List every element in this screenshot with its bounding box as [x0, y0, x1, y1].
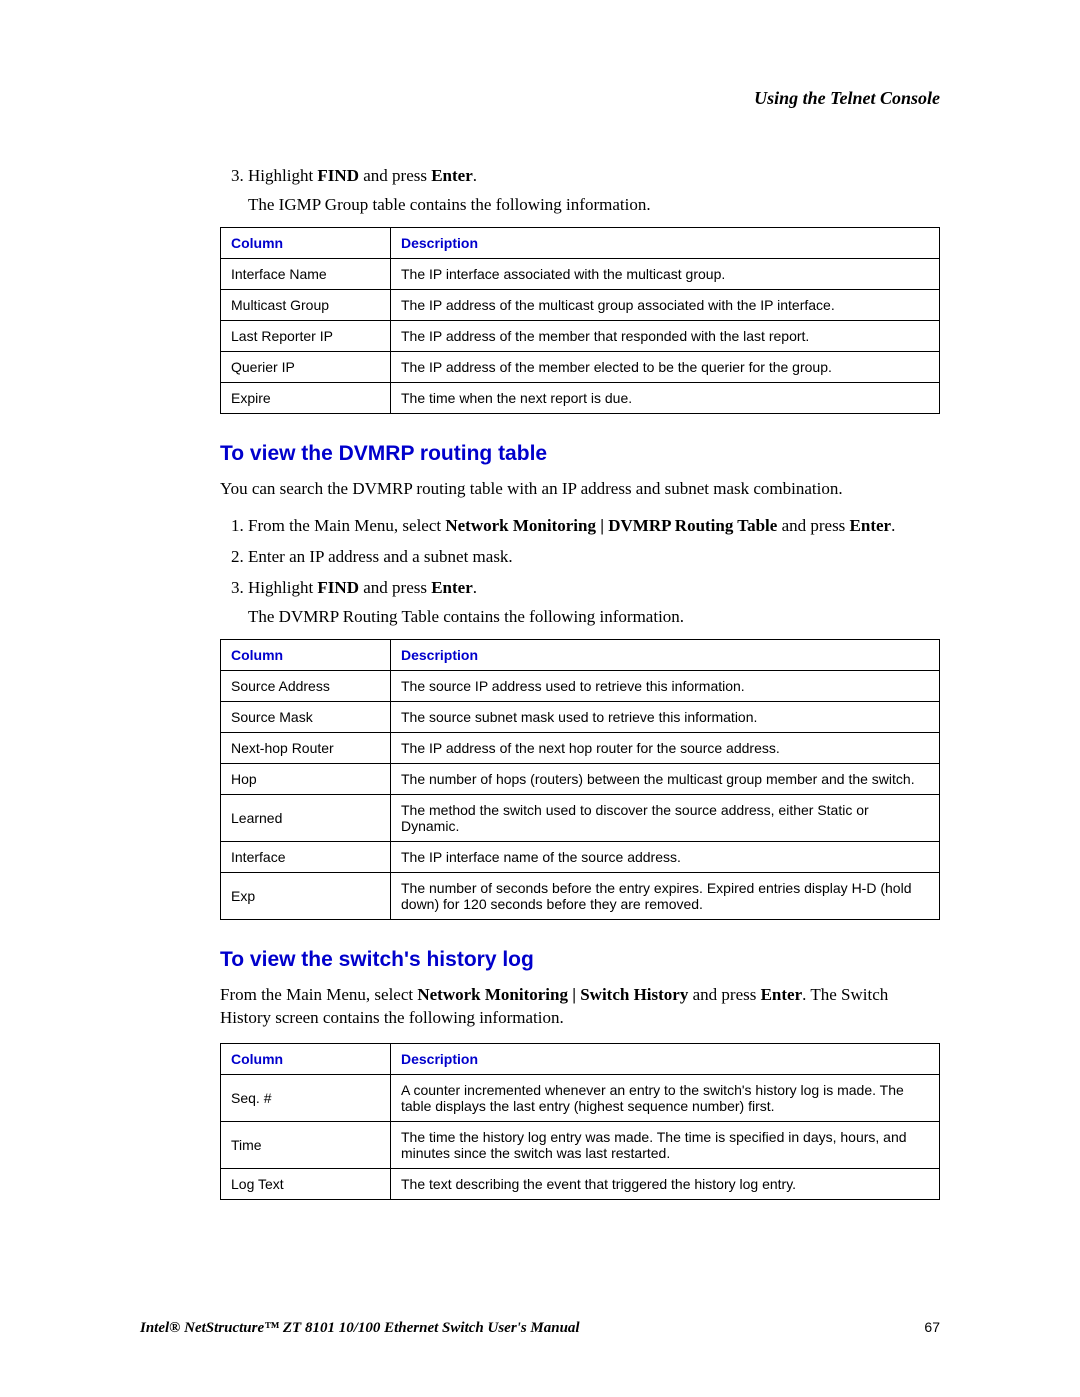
cell-column: Exp: [221, 872, 391, 919]
footer-page-number: 67: [924, 1319, 940, 1335]
cell-description: The method the switch used to discover t…: [391, 794, 940, 841]
cell-description: The number of hops (routers) between the…: [391, 763, 940, 794]
cell-column: Multicast Group: [221, 289, 391, 320]
cell-column: Learned: [221, 794, 391, 841]
table-header-row: Column Description: [221, 227, 940, 258]
dvmrp-steps: From the Main Menu, select Network Monit…: [220, 515, 940, 629]
cell-description: The number of seconds before the entry e…: [391, 872, 940, 919]
cell-column: Interface: [221, 841, 391, 872]
cell-column: Hop: [221, 763, 391, 794]
history-intro: From the Main Menu, select Network Monit…: [220, 984, 940, 1030]
page-footer: Intel® NetStructure™ ZT 8101 10/100 Ethe…: [140, 1319, 940, 1337]
col-header-column: Column: [221, 227, 391, 258]
step-follow: The DVMRP Routing Table contains the fol…: [248, 606, 940, 629]
cell-column: Querier IP: [221, 351, 391, 382]
cell-description: A counter incremented whenever an entry …: [391, 1075, 940, 1122]
cell-column: Expire: [221, 382, 391, 413]
col-header-description: Description: [391, 639, 940, 670]
cell-column: Source Mask: [221, 701, 391, 732]
table-row: Interface NameThe IP interface associate…: [221, 258, 940, 289]
list-item: From the Main Menu, select Network Monit…: [248, 515, 940, 538]
list-item: Enter an IP address and a subnet mask.: [248, 546, 940, 569]
table-row: Multicast GroupThe IP address of the mul…: [221, 289, 940, 320]
cell-column: Next-hop Router: [221, 732, 391, 763]
heading-history: To view the switch's history log: [220, 948, 940, 972]
table-row: ExpireThe time when the next report is d…: [221, 382, 940, 413]
table-row: Last Reporter IPThe IP address of the me…: [221, 320, 940, 351]
cell-column: Interface Name: [221, 258, 391, 289]
igmp-table-body: Interface NameThe IP interface associate…: [221, 258, 940, 413]
col-header-column: Column: [221, 639, 391, 670]
col-header-description: Description: [391, 227, 940, 258]
cell-description: The time the history log entry was made.…: [391, 1122, 940, 1169]
igmp-steps: Highlight FIND and press Enter. The IGMP…: [220, 165, 940, 217]
step-text: From the Main Menu, select Network Monit…: [248, 516, 895, 535]
cell-column: Last Reporter IP: [221, 320, 391, 351]
cell-description: The IP interface associated with the mul…: [391, 258, 940, 289]
step-text: Highlight FIND and press Enter.: [248, 166, 477, 185]
list-item: Highlight FIND and press Enter. The DVMR…: [248, 577, 940, 629]
table-row: Next-hop RouterThe IP address of the nex…: [221, 732, 940, 763]
cell-description: The IP address of the next hop router fo…: [391, 732, 940, 763]
step-text: Highlight FIND and press Enter.: [248, 578, 477, 597]
step-follow: The IGMP Group table contains the follow…: [248, 194, 940, 217]
dvmrp-routing-table: Column Description Source AddressThe sou…: [220, 639, 940, 920]
page-content: Using the Telnet Console Highlight FIND …: [0, 0, 1080, 1200]
table-row: Source MaskThe source subnet mask used t…: [221, 701, 940, 732]
table-row: Source AddressThe source IP address used…: [221, 670, 940, 701]
cell-description: The time when the next report is due.: [391, 382, 940, 413]
igmp-group-table: Column Description Interface NameThe IP …: [220, 227, 940, 414]
cell-description: The IP address of the multicast group as…: [391, 289, 940, 320]
heading-dvmrp: To view the DVMRP routing table: [220, 442, 940, 466]
dvmrp-table-body: Source AddressThe source IP address used…: [221, 670, 940, 919]
history-log-table: Column Description Seq. #A counter incre…: [220, 1043, 940, 1200]
footer-manual-title: Intel® NetStructure™ ZT 8101 10/100 Ethe…: [140, 1320, 580, 1337]
dvmrp-intro: You can search the DVMRP routing table w…: [220, 478, 940, 501]
history-table-body: Seq. #A counter incremented whenever an …: [221, 1075, 940, 1200]
table-row: TimeThe time the history log entry was m…: [221, 1122, 940, 1169]
cell-description: The source IP address used to retrieve t…: [391, 670, 940, 701]
col-header-description: Description: [391, 1044, 940, 1075]
table-row: Seq. #A counter incremented whenever an …: [221, 1075, 940, 1122]
running-head: Using the Telnet Console: [220, 88, 940, 109]
table-row: Querier IPThe IP address of the member e…: [221, 351, 940, 382]
cell-description: The IP interface name of the source addr…: [391, 841, 940, 872]
cell-column: Time: [221, 1122, 391, 1169]
cell-description: The text describing the event that trigg…: [391, 1169, 940, 1200]
cell-column: Log Text: [221, 1169, 391, 1200]
table-row: ExpThe number of seconds before the entr…: [221, 872, 940, 919]
col-header-column: Column: [221, 1044, 391, 1075]
cell-description: The IP address of the member elected to …: [391, 351, 940, 382]
cell-description: The source subnet mask used to retrieve …: [391, 701, 940, 732]
table-row: HopThe number of hops (routers) between …: [221, 763, 940, 794]
cell-column: Source Address: [221, 670, 391, 701]
step-text: Enter an IP address and a subnet mask.: [248, 547, 513, 566]
table-row: InterfaceThe IP interface name of the so…: [221, 841, 940, 872]
cell-column: Seq. #: [221, 1075, 391, 1122]
table-header-row: Column Description: [221, 1044, 940, 1075]
list-item: Highlight FIND and press Enter. The IGMP…: [248, 165, 940, 217]
cell-description: The IP address of the member that respon…: [391, 320, 940, 351]
table-row: Log TextThe text describing the event th…: [221, 1169, 940, 1200]
table-row: LearnedThe method the switch used to dis…: [221, 794, 940, 841]
table-header-row: Column Description: [221, 639, 940, 670]
